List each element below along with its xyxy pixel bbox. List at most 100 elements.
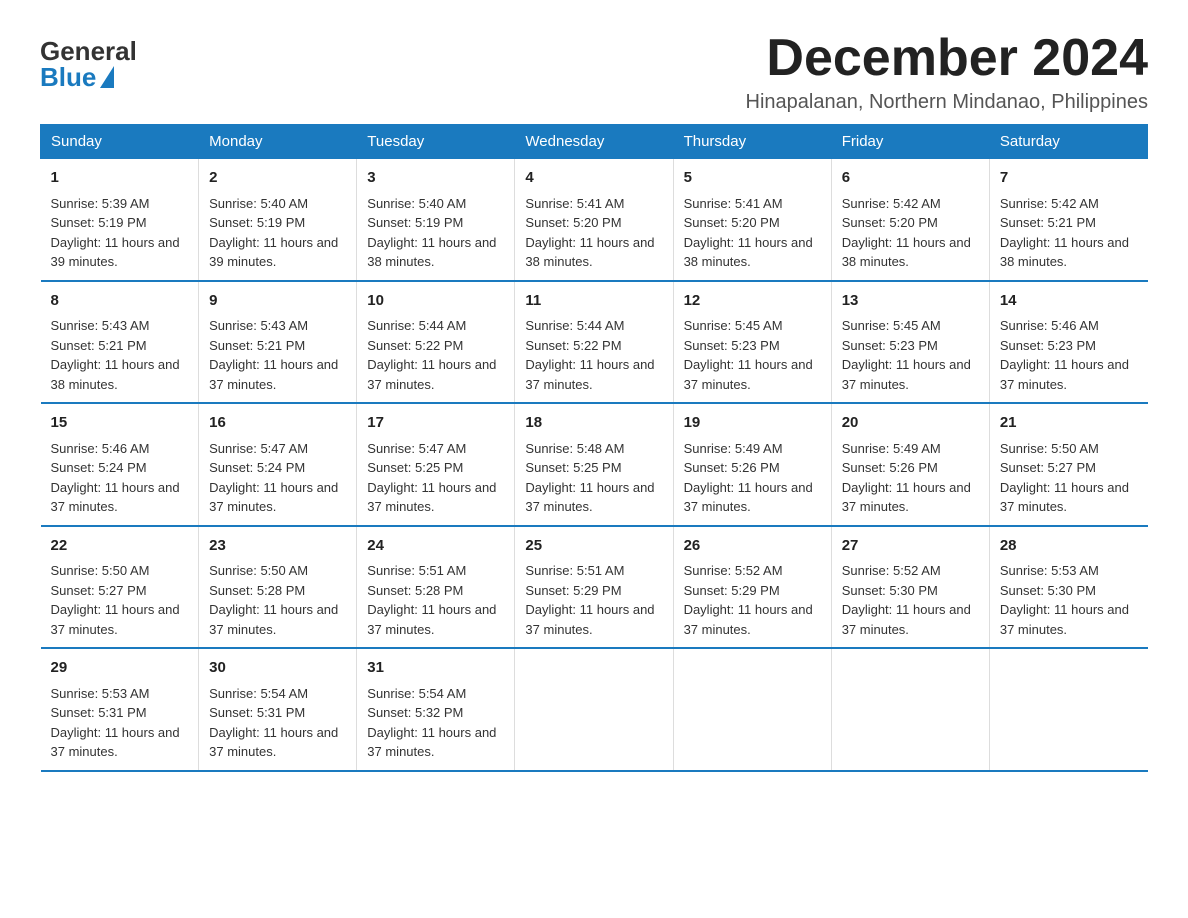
logo-blue-text: Blue [40,64,114,90]
day-info: Sunrise: 5:51 AMSunset: 5:29 PMDaylight:… [525,563,654,637]
calendar-cell: 5 Sunrise: 5:41 AMSunset: 5:20 PMDaylight… [673,159,831,281]
day-info: Sunrise: 5:42 AMSunset: 5:21 PMDaylight:… [1000,196,1129,270]
day-number: 27 [842,535,979,558]
header-day-monday: Monday [199,125,357,159]
day-info: Sunrise: 5:50 AMSunset: 5:27 PMDaylight:… [51,563,180,637]
day-number: 15 [51,412,189,435]
header-day-tuesday: Tuesday [357,125,515,159]
calendar-week-row: 22 Sunrise: 5:50 AMSunset: 5:27 PMDayligh… [41,526,1148,649]
calendar-cell [831,648,989,771]
day-number: 19 [684,412,821,435]
calendar-cell: 10 Sunrise: 5:44 AMSunset: 5:22 PMDayligh… [357,281,515,404]
day-number: 16 [209,412,346,435]
day-number: 30 [209,657,346,680]
title-area: December 2024 Hinapalanan, Northern Mind… [746,30,1148,114]
day-info: Sunrise: 5:50 AMSunset: 5:28 PMDaylight:… [209,563,338,637]
calendar-cell: 19 Sunrise: 5:49 AMSunset: 5:26 PMDayligh… [673,403,831,526]
calendar-cell: 14 Sunrise: 5:46 AMSunset: 5:23 PMDayligh… [989,281,1147,404]
calendar-cell: 27 Sunrise: 5:52 AMSunset: 5:30 PMDayligh… [831,526,989,649]
day-info: Sunrise: 5:47 AMSunset: 5:24 PMDaylight:… [209,441,338,515]
calendar-week-row: 29Sunrise: 5:53 AMSunset: 5:31 PMDayligh… [41,648,1148,771]
day-number: 21 [1000,412,1138,435]
header-day-saturday: Saturday [989,125,1147,159]
calendar-cell: 9Sunrise: 5:43 AMSunset: 5:21 PMDaylight… [199,281,357,404]
day-number: 20 [842,412,979,435]
day-info: Sunrise: 5:42 AMSunset: 5:20 PMDaylight:… [842,196,971,270]
calendar-week-row: 8 Sunrise: 5:43 AMSunset: 5:21 PMDaylight… [41,281,1148,404]
day-info: Sunrise: 5:40 AMSunset: 5:19 PMDaylight:… [367,196,496,270]
logo-general-text: General [40,38,137,64]
day-info: Sunrise: 5:41 AMSunset: 5:20 PMDaylight:… [525,196,654,270]
day-number: 6 [842,167,979,190]
day-info: Sunrise: 5:53 AMSunset: 5:31 PMDaylight:… [51,686,180,760]
day-number: 18 [525,412,662,435]
header-day-friday: Friday [831,125,989,159]
calendar-cell: 6 Sunrise: 5:42 AMSunset: 5:20 PMDaylight… [831,159,989,281]
day-number: 5 [684,167,821,190]
calendar-cell [673,648,831,771]
day-number: 4 [525,167,662,190]
day-info: Sunrise: 5:54 AMSunset: 5:32 PMDaylight:… [367,686,496,760]
calendar-cell: 17Sunrise: 5:47 AMSunset: 5:25 PMDayligh… [357,403,515,526]
calendar-cell: 3 Sunrise: 5:40 AMSunset: 5:19 PMDaylight… [357,159,515,281]
calendar-cell: 20 Sunrise: 5:49 AMSunset: 5:26 PMDayligh… [831,403,989,526]
calendar-table: SundayMondayTuesdayWednesdayThursdayFrid… [40,124,1148,772]
day-info: Sunrise: 5:45 AMSunset: 5:23 PMDaylight:… [842,318,971,392]
logo: General Blue [40,38,137,90]
day-info: Sunrise: 5:43 AMSunset: 5:21 PMDaylight:… [209,318,338,392]
calendar-cell [989,648,1147,771]
calendar-cell: 12Sunrise: 5:45 AMSunset: 5:23 PMDayligh… [673,281,831,404]
calendar-cell: 2 Sunrise: 5:40 AMSunset: 5:19 PMDaylight… [199,159,357,281]
day-info: Sunrise: 5:46 AMSunset: 5:23 PMDaylight:… [1000,318,1129,392]
day-info: Sunrise: 5:48 AMSunset: 5:25 PMDaylight:… [525,441,654,515]
calendar-cell [515,648,673,771]
calendar-week-row: 1 Sunrise: 5:39 AMSunset: 5:19 PMDaylight… [41,159,1148,281]
day-info: Sunrise: 5:52 AMSunset: 5:29 PMDaylight:… [684,563,813,637]
day-number: 2 [209,167,346,190]
calendar-cell: 16 Sunrise: 5:47 AMSunset: 5:24 PMDayligh… [199,403,357,526]
day-info: Sunrise: 5:40 AMSunset: 5:19 PMDaylight:… [209,196,338,270]
calendar-cell: 4 Sunrise: 5:41 AMSunset: 5:20 PMDaylight… [515,159,673,281]
day-info: Sunrise: 5:53 AMSunset: 5:30 PMDaylight:… [1000,563,1129,637]
day-number: 24 [367,535,504,558]
location-subtitle: Hinapalanan, Northern Mindanao, Philippi… [746,91,1148,114]
day-number: 11 [525,290,662,313]
header-day-wednesday: Wednesday [515,125,673,159]
day-info: Sunrise: 5:44 AMSunset: 5:22 PMDaylight:… [367,318,496,392]
day-info: Sunrise: 5:47 AMSunset: 5:25 PMDaylight:… [367,441,496,515]
day-info: Sunrise: 5:49 AMSunset: 5:26 PMDaylight:… [684,441,813,515]
calendar-week-row: 15Sunrise: 5:46 AMSunset: 5:24 PMDayligh… [41,403,1148,526]
day-number: 25 [525,535,662,558]
day-info: Sunrise: 5:49 AMSunset: 5:26 PMDaylight:… [842,441,971,515]
calendar-cell: 15Sunrise: 5:46 AMSunset: 5:24 PMDayligh… [41,403,199,526]
day-number: 22 [51,535,189,558]
day-number: 1 [51,167,189,190]
calendar-cell: 1 Sunrise: 5:39 AMSunset: 5:19 PMDaylight… [41,159,199,281]
calendar-cell: 7Sunrise: 5:42 AMSunset: 5:21 PMDaylight… [989,159,1147,281]
day-info: Sunrise: 5:52 AMSunset: 5:30 PMDaylight:… [842,563,971,637]
day-info: Sunrise: 5:43 AMSunset: 5:21 PMDaylight:… [51,318,180,392]
calendar-cell: 24Sunrise: 5:51 AMSunset: 5:28 PMDayligh… [357,526,515,649]
day-info: Sunrise: 5:54 AMSunset: 5:31 PMDaylight:… [209,686,338,760]
calendar-cell: 28 Sunrise: 5:53 AMSunset: 5:30 PMDayligh… [989,526,1147,649]
day-number: 8 [51,290,189,313]
page-header: General Blue December 2024 Hinapalanan, … [40,30,1148,114]
calendar-cell: 21 Sunrise: 5:50 AMSunset: 5:27 PMDayligh… [989,403,1147,526]
day-info: Sunrise: 5:41 AMSunset: 5:20 PMDaylight:… [684,196,813,270]
day-info: Sunrise: 5:50 AMSunset: 5:27 PMDaylight:… [1000,441,1129,515]
day-number: 31 [367,657,504,680]
calendar-cell: 18 Sunrise: 5:48 AMSunset: 5:25 PMDayligh… [515,403,673,526]
calendar-cell: 25 Sunrise: 5:51 AMSunset: 5:29 PMDayligh… [515,526,673,649]
calendar-cell: 22 Sunrise: 5:50 AMSunset: 5:27 PMDayligh… [41,526,199,649]
day-number: 13 [842,290,979,313]
calendar-body: 1 Sunrise: 5:39 AMSunset: 5:19 PMDaylight… [41,159,1148,771]
day-number: 3 [367,167,504,190]
day-number: 14 [1000,290,1138,313]
day-number: 10 [367,290,504,313]
day-number: 23 [209,535,346,558]
day-info: Sunrise: 5:39 AMSunset: 5:19 PMDaylight:… [51,196,180,270]
calendar-cell: 8 Sunrise: 5:43 AMSunset: 5:21 PMDaylight… [41,281,199,404]
header-day-thursday: Thursday [673,125,831,159]
calendar-header: SundayMondayTuesdayWednesdayThursdayFrid… [41,125,1148,159]
day-number: 28 [1000,535,1138,558]
